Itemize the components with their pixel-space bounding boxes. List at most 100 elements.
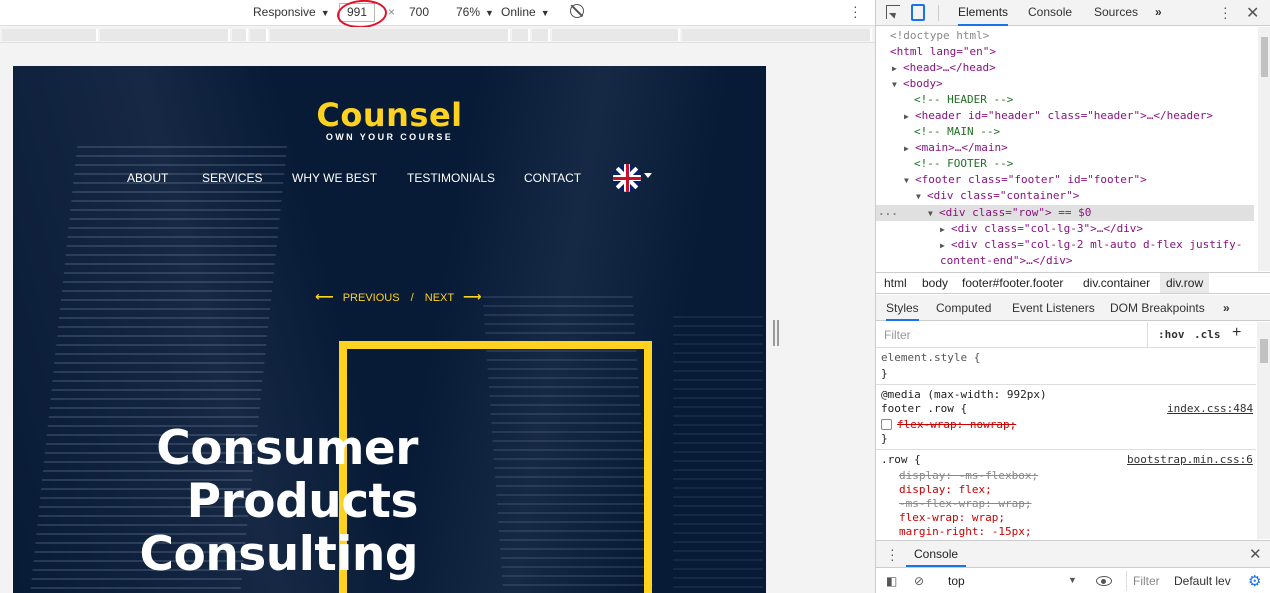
tab-computed[interactable]: Computed bbox=[936, 295, 991, 321]
building-image bbox=[673, 316, 763, 593]
drawer-tab-console[interactable]: Console bbox=[906, 541, 967, 567]
dom-line-header[interactable]: ▶ <header id="header" class="header">…</h… bbox=[904, 108, 1213, 124]
dom-line-col3[interactable]: ▶ <div class="col-lg-3">…</div> bbox=[940, 221, 1143, 237]
bootstrap-css-link[interactable]: bootstrap.min.css:6 bbox=[1127, 453, 1253, 467]
crumb-footer[interactable]: footer#footer.footer bbox=[962, 276, 1063, 290]
nav-testimonials[interactable]: TESTIMONIALS bbox=[407, 171, 495, 185]
dom-line-doctype[interactable]: <!doctype html> bbox=[890, 28, 989, 44]
row-selector[interactable]: .row { bbox=[881, 453, 921, 467]
crumb-container[interactable]: div.container bbox=[1083, 276, 1150, 290]
previous-link[interactable]: PREVIOUS bbox=[343, 292, 400, 304]
property-checkbox[interactable] bbox=[881, 419, 892, 430]
cls-toggle[interactable]: .cls bbox=[1194, 328, 1221, 341]
drawer-tabbar: · · · Console ✕ bbox=[876, 540, 1270, 568]
media-query-bar[interactable] bbox=[0, 27, 875, 43]
clear-console-icon[interactable]: ⊘ bbox=[914, 574, 924, 588]
dom-line-main[interactable]: ▶ <main>…</main> bbox=[904, 140, 1008, 156]
collapse-triangle-icon[interactable]: ▼ bbox=[892, 77, 903, 93]
tab-console[interactable]: Console bbox=[1028, 0, 1072, 26]
expand-triangle-icon[interactable]: ▶ bbox=[904, 109, 915, 125]
emulated-viewport[interactable]: Counsel OWN YOUR COURSE ABOUT SERVICES W… bbox=[13, 66, 766, 593]
uk-flag-icon[interactable] bbox=[613, 164, 641, 192]
crumb-body[interactable]: body bbox=[922, 276, 948, 290]
css-prop-flex-wrap[interactable]: flex-wrap: wrap; bbox=[899, 511, 1005, 525]
hov-toggle[interactable]: :hov bbox=[1158, 328, 1185, 341]
gear-icon[interactable]: ⚙ bbox=[1248, 572, 1261, 590]
devtools-menu-icon[interactable]: · · · bbox=[1223, 0, 1228, 24]
dom-tree[interactable]: <!doctype html> <html lang="en"> ▶ <head>… bbox=[876, 27, 1270, 271]
nav-contact[interactable]: CONTACT bbox=[524, 171, 581, 185]
height-input[interactable]: 700 bbox=[409, 5, 429, 19]
css-prop-flex-wrap-nowrap[interactable]: flex-wrap: nowrap; bbox=[881, 418, 1016, 432]
dom-line-col2-cont[interactable]: content-end">…</div> bbox=[940, 253, 1072, 269]
styles-pane[interactable]: element.style { } @media (max-width: 992… bbox=[876, 349, 1256, 539]
dom-line-container[interactable]: ▼ <div class="container"> bbox=[916, 188, 1079, 204]
expand-triangle-icon[interactable]: ▶ bbox=[940, 238, 951, 254]
viewport-resize-handle[interactable] bbox=[773, 320, 779, 346]
footer-row-selector[interactable]: footer .row { bbox=[881, 402, 967, 416]
collapse-triangle-icon[interactable]: ▼ bbox=[916, 189, 927, 205]
styles-scrollbar[interactable] bbox=[1257, 322, 1270, 539]
collapse-triangle-icon[interactable]: ▼ bbox=[928, 206, 939, 222]
more-options-icon[interactable]: · · · bbox=[853, 0, 858, 23]
dom-line-row[interactable]: ▼ <div class="row"> == $0 bbox=[928, 205, 1091, 221]
crumb-html[interactable]: html bbox=[884, 276, 907, 290]
tab-event-listeners[interactable]: Event Listeners bbox=[1012, 295, 1095, 321]
pager-separator: / bbox=[410, 292, 414, 304]
tab-dom-breakpoints[interactable]: DOM Breakpoints bbox=[1110, 295, 1205, 321]
css-prop-margin-right[interactable]: margin-right: -15px; bbox=[899, 525, 1031, 539]
context-select[interactable]: top bbox=[948, 574, 965, 588]
language-caret-icon[interactable] bbox=[644, 173, 652, 178]
nav-about[interactable]: ABOUT bbox=[127, 171, 168, 185]
dom-line-body[interactable]: ▼ <body> bbox=[892, 76, 943, 92]
site-logo[interactable]: Counsel OWN YOUR COURSE bbox=[13, 96, 766, 142]
styles-tabbar: Styles Computed Event Listeners DOM Brea… bbox=[876, 295, 1270, 321]
styles-filter-input[interactable] bbox=[876, 322, 1148, 347]
nav-why-we-best[interactable]: WHY WE BEST bbox=[292, 171, 377, 185]
element-style-selector[interactable]: element.style { bbox=[881, 351, 980, 365]
nav-services[interactable]: SERVICES bbox=[202, 171, 262, 185]
collapse-triangle-icon[interactable]: ▼ bbox=[904, 173, 915, 189]
arrow-right-icon[interactable]: ⟶ bbox=[463, 289, 482, 304]
css-prop-ms-flex-wrap[interactable]: -ms-flex-wrap: wrap; bbox=[899, 497, 1031, 511]
dom-line-head[interactable]: ▶ <head>…</head> bbox=[892, 60, 996, 76]
dom-scrollbar[interactable] bbox=[1258, 27, 1270, 271]
tab-styles[interactable]: Styles bbox=[886, 295, 919, 321]
eye-icon[interactable] bbox=[1096, 576, 1112, 586]
zoom-select[interactable]: 76% ▼ bbox=[456, 5, 494, 19]
index-css-link[interactable]: index.css:484 bbox=[1167, 402, 1253, 416]
arrow-left-icon[interactable]: ⟵ bbox=[315, 289, 334, 304]
tab-elements[interactable]: Elements bbox=[958, 0, 1009, 26]
more-tabs-icon[interactable]: » bbox=[1223, 295, 1230, 321]
crumb-row[interactable]: div.row bbox=[1160, 273, 1210, 293]
dom-line-comment-header[interactable]: <!-- HEADER --> bbox=[914, 92, 1013, 108]
dom-line-html[interactable]: <html lang="en"> bbox=[890, 44, 996, 60]
console-filter-input[interactable]: Filter bbox=[1126, 571, 1168, 591]
styles-filter-bar: Filter :hov .cls + bbox=[876, 322, 1256, 348]
dom-line-comment-footer[interactable]: <!-- FOOTER --> bbox=[914, 156, 1013, 172]
dom-line-comment-main[interactable]: <!-- MAIN --> bbox=[914, 124, 1000, 140]
expand-triangle-icon[interactable]: ▶ bbox=[892, 61, 903, 77]
dom-line-footer[interactable]: ▼ <footer class="footer" id="footer"> bbox=[904, 172, 1147, 188]
log-levels-select[interactable]: Default lev bbox=[1174, 574, 1231, 588]
rotate-icon[interactable] bbox=[570, 4, 584, 18]
inspect-element-icon[interactable] bbox=[886, 5, 900, 19]
css-prop-display-ms[interactable]: display: -ms-flexbox; bbox=[899, 469, 1038, 483]
expand-triangle-icon[interactable]: ▶ bbox=[904, 141, 915, 157]
drawer-menu-icon[interactable]: · · · bbox=[890, 542, 895, 566]
tab-sources[interactable]: Sources bbox=[1094, 0, 1138, 26]
close-icon[interactable]: ✕ bbox=[1249, 545, 1262, 563]
sidebar-toggle-icon[interactable]: ◧ bbox=[886, 574, 897, 588]
device-toolbar-icon[interactable] bbox=[911, 4, 925, 21]
expand-triangle-icon[interactable]: ▶ bbox=[940, 222, 951, 238]
next-link[interactable]: NEXT bbox=[425, 292, 454, 304]
css-prop-display[interactable]: display: flex; bbox=[899, 483, 992, 497]
chevron-down-icon[interactable]: ▼ bbox=[1068, 575, 1077, 585]
device-select[interactable]: Responsive ▼ bbox=[253, 5, 330, 19]
dom-line-col2[interactable]: ▶ <div class="col-lg-2 ml-auto d-flex jus… bbox=[940, 237, 1242, 253]
close-icon[interactable]: ✕ bbox=[1246, 3, 1259, 23]
new-rule-icon[interactable]: + bbox=[1232, 324, 1241, 342]
node-actions-ellipsis[interactable]: ... bbox=[878, 204, 898, 220]
more-tabs-icon[interactable]: » bbox=[1155, 0, 1162, 26]
throttle-select[interactable]: Online ▼ bbox=[501, 5, 550, 19]
